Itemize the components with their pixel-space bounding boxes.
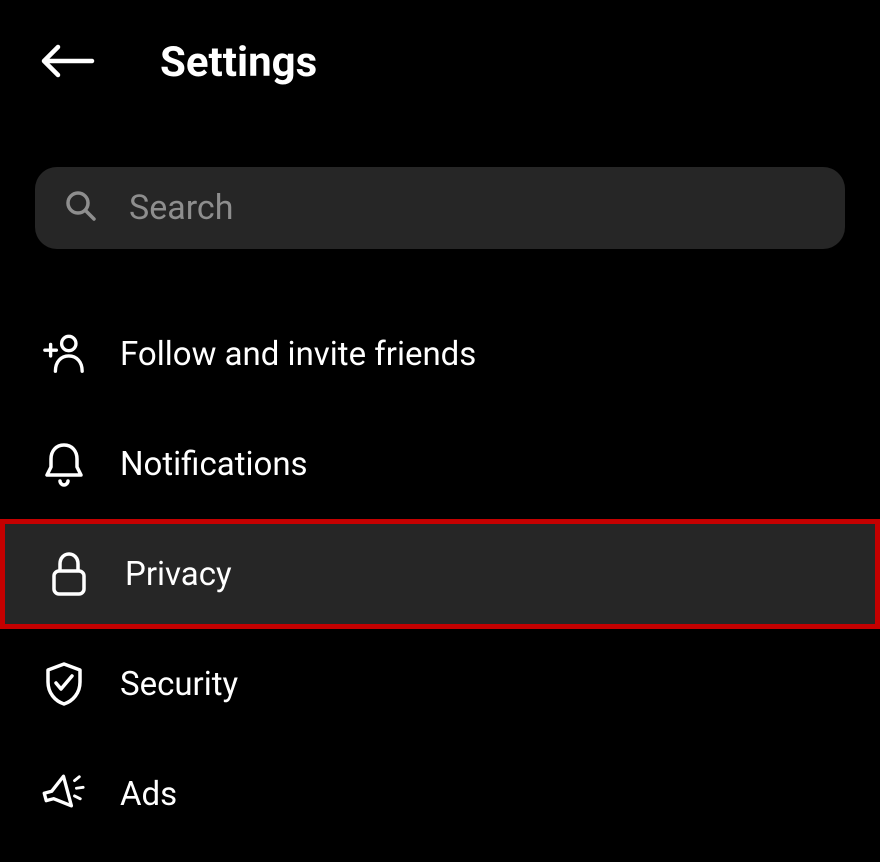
settings-item-label: Privacy (125, 555, 232, 594)
lock-icon (47, 552, 91, 596)
add-user-icon (42, 332, 86, 376)
settings-item-notifications[interactable]: Notifications (0, 409, 880, 519)
back-button[interactable] (40, 43, 100, 83)
page-title: Settings (160, 38, 317, 87)
settings-item-security[interactable]: Security (0, 629, 880, 739)
settings-item-label: Ads (120, 775, 177, 814)
search-input[interactable]: Search (35, 167, 845, 249)
header: Settings (0, 0, 880, 117)
settings-item-ads[interactable]: Ads (0, 739, 880, 849)
settings-item-privacy[interactable]: Privacy (0, 519, 880, 629)
settings-item-label: Follow and invite friends (120, 335, 476, 374)
bell-icon (42, 442, 86, 486)
settings-item-follow-invite[interactable]: Follow and invite friends (0, 299, 880, 409)
arrow-left-icon (40, 43, 96, 83)
settings-item-label: Notifications (120, 445, 308, 484)
settings-item-label: Security (120, 665, 238, 704)
megaphone-icon (42, 772, 86, 816)
search-icon (65, 190, 97, 226)
search-placeholder: Search (129, 188, 233, 228)
shield-check-icon (42, 662, 86, 706)
settings-list: Follow and invite friends Notifications … (0, 299, 880, 849)
